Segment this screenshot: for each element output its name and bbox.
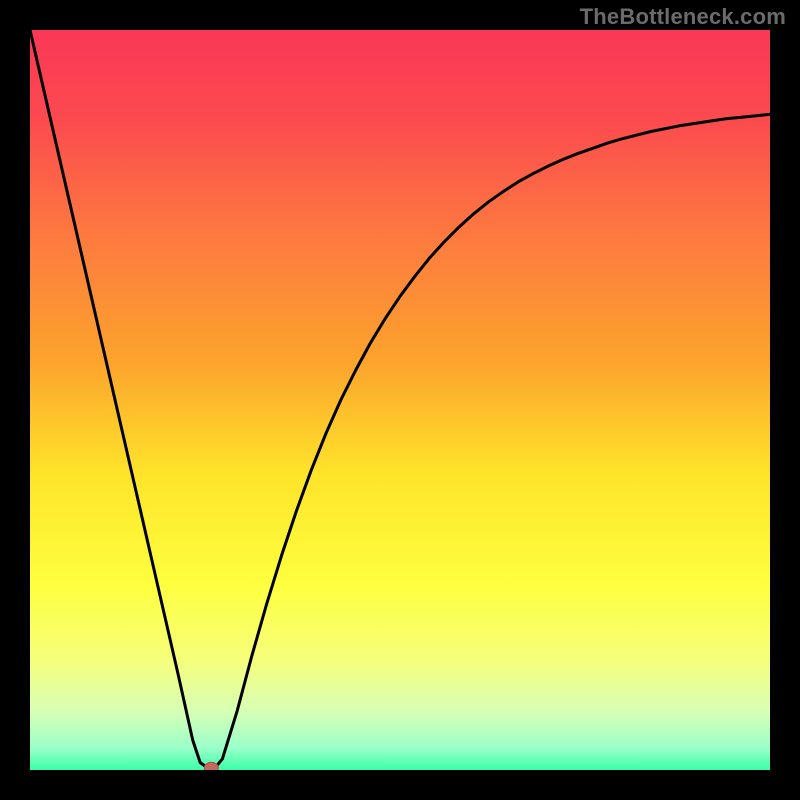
watermark-text: TheBottleneck.com [580,4,786,30]
minimum-marker [204,762,218,770]
bottleneck-chart [30,30,770,770]
gradient-background [30,30,770,770]
plot-area [30,30,770,770]
chart-frame: TheBottleneck.com [0,0,800,800]
